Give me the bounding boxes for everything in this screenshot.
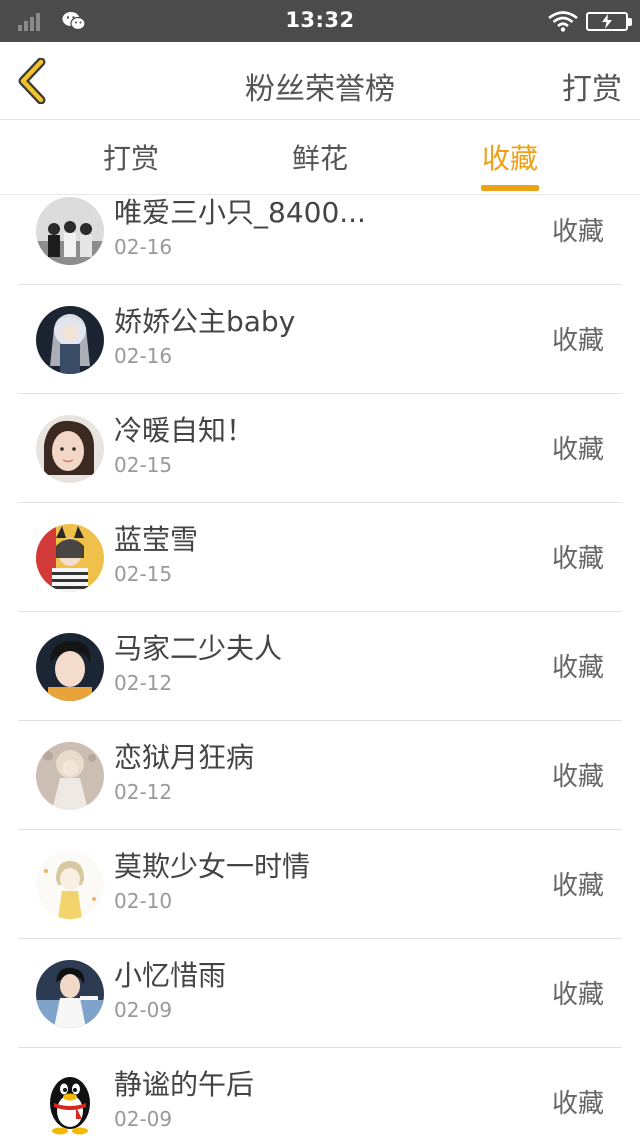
list-item[interactable]: 蓝莹雪 02-15 收藏: [0, 504, 640, 612]
user-name: 唯爱三小只_8400...: [114, 196, 366, 229]
favorite-label: 收藏: [551, 980, 604, 1010]
anime-girl-avatar: [36, 306, 104, 374]
favorite-date: 02-15: [114, 453, 173, 477]
page-title: 粉丝荣誉榜: [245, 72, 395, 107]
boy-photo-avatar: [36, 633, 104, 701]
group-photo-avatar: [36, 197, 104, 265]
favorite-date: 02-10: [114, 889, 173, 913]
favorite-date: 02-09: [114, 1107, 173, 1131]
fan-list: 唯爱三小只_8400... 02-16 收藏 娇娇公主baby 02-16 收藏…: [0, 195, 640, 1138]
tab-bar: 打赏 鲜花 收藏: [0, 121, 640, 195]
user-name: 静谧的午后: [114, 1068, 255, 1101]
row-divider: [18, 502, 622, 503]
cartoon-girl-avatar: [36, 851, 104, 919]
user-name: 莫欺少女一时情: [114, 850, 311, 883]
user-name: 恋狱月狂病: [114, 741, 255, 774]
row-divider: [18, 611, 622, 612]
user-name: 蓝莹雪: [114, 523, 199, 556]
favorite-label: 收藏: [551, 435, 604, 465]
list-item[interactable]: 莫欺少女一时情 02-10 收藏: [0, 831, 640, 939]
user-name: 冷暖自知！: [114, 414, 255, 447]
active-tab-indicator: [481, 185, 539, 191]
row-divider: [18, 829, 622, 830]
list-item[interactable]: 唯爱三小只_8400... 02-16 收藏: [0, 195, 640, 285]
tab-reward[interactable]: 打赏: [103, 137, 159, 177]
favorite-label: 收藏: [551, 653, 604, 683]
wifi-icon: [548, 11, 578, 32]
status-bar: 13:32: [0, 0, 640, 42]
favorite-label: 收藏: [551, 544, 604, 574]
vintage-girl-avatar: [36, 742, 104, 810]
qq-penguin-avatar: [36, 1069, 104, 1137]
row-divider: [18, 720, 622, 721]
list-item[interactable]: 小忆惜雨 02-09 收藏: [0, 940, 640, 1048]
favorite-label: 收藏: [551, 217, 604, 247]
user-name: 娇娇公主baby: [114, 305, 296, 338]
favorite-date: 02-09: [114, 998, 173, 1022]
favorite-date: 02-12: [114, 671, 173, 695]
header-bar: 粉丝荣誉榜 打赏: [0, 42, 640, 120]
row-divider: [18, 938, 622, 939]
list-item[interactable]: 马家二少夫人 02-12 收藏: [0, 613, 640, 721]
battery-icon: [586, 12, 632, 31]
row-divider: [18, 393, 622, 394]
list-item[interactable]: 静谧的午后 02-09 收藏: [0, 1049, 640, 1138]
favorite-label: 收藏: [551, 326, 604, 356]
list-item[interactable]: 冷暖自知！ 02-15 收藏: [0, 395, 640, 503]
user-name: 马家二少夫人: [114, 632, 283, 665]
favorite-label: 收藏: [551, 871, 604, 901]
favorite-date: 02-15: [114, 562, 173, 586]
charging-bolt-icon: [602, 14, 612, 29]
cat-ear-girl-avatar: [36, 524, 104, 592]
favorite-date: 02-12: [114, 780, 173, 804]
tab-favorites[interactable]: 收藏: [482, 137, 538, 177]
list-item[interactable]: 恋狱月狂病 02-12 收藏: [0, 722, 640, 830]
row-divider: [18, 1047, 622, 1048]
reward-button[interactable]: 打赏: [562, 64, 622, 108]
favorite-label: 收藏: [551, 1089, 604, 1119]
status-time: 13:32: [285, 8, 355, 32]
favorite-label: 收藏: [551, 762, 604, 792]
favorite-date: 02-16: [114, 235, 173, 259]
boy-stage-avatar: [36, 960, 104, 1028]
row-divider: [18, 284, 622, 285]
tab-flowers[interactable]: 鲜花: [292, 137, 348, 177]
user-name: 小忆惜雨: [114, 959, 227, 992]
list-item[interactable]: 娇娇公主baby 02-16 收藏: [0, 286, 640, 394]
favorite-date: 02-16: [114, 344, 173, 368]
girl-photo-avatar: [36, 415, 104, 483]
